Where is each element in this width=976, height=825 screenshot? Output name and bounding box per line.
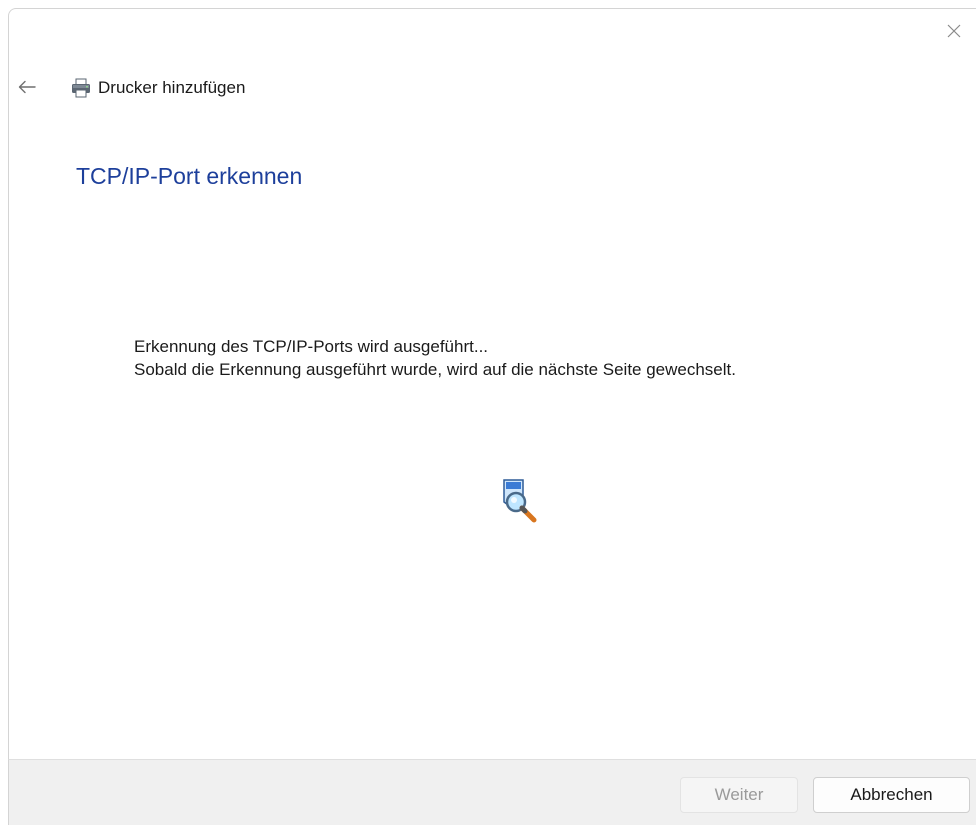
back-arrow-icon <box>18 80 36 94</box>
next-button[interactable]: Weiter <box>680 777 798 813</box>
page-title: TCP/IP-Port erkennen <box>76 163 303 189</box>
wizard-window <box>8 8 976 825</box>
status-line-next-page: Sobald die Erkennung ausgeführt wurde, w… <box>134 360 736 379</box>
search-magnifier-icon <box>501 478 541 524</box>
cancel-button[interactable]: Abbrechen <box>813 777 970 813</box>
status-line-detecting: Erkennung des TCP/IP-Ports wird ausgefüh… <box>134 337 489 356</box>
close-icon <box>947 24 961 38</box>
printer-icon <box>72 78 90 98</box>
back-button[interactable] <box>14 74 40 100</box>
close-button[interactable] <box>932 9 976 53</box>
window-title: Drucker hinzufügen <box>98 78 246 97</box>
window-title-bar: Drucker hinzufügen <box>70 74 245 102</box>
status-text: Erkennung des TCP/IP-Ports wird ausgefüh… <box>134 335 736 381</box>
wizard-footer: Weiter Abbrechen <box>8 759 976 825</box>
